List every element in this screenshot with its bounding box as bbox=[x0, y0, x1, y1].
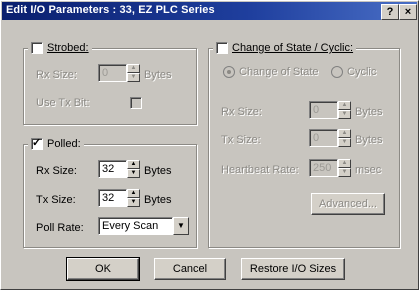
spin-down-icon[interactable]: ▼ bbox=[338, 110, 351, 119]
cos-tx-size-label: Tx Size: bbox=[221, 134, 261, 146]
heartbeat-rate-spinner[interactable]: 250 ▲ ▼ bbox=[309, 159, 351, 177]
polled-rx-size-value[interactable]: 32 bbox=[98, 160, 127, 178]
spin-down-icon[interactable]: ▼ bbox=[127, 169, 140, 178]
heartbeat-rate-value[interactable]: 250 bbox=[309, 159, 338, 177]
close-button[interactable]: × bbox=[399, 4, 417, 20]
strobed-checkbox[interactable] bbox=[31, 42, 43, 54]
strobed-rx-size-spinner[interactable]: 0 ▲ ▼ bbox=[98, 64, 140, 82]
edit-io-parameters-dialog: Edit I/O Parameters : 33, EZ PLC Series … bbox=[0, 0, 419, 290]
poll-rate-label: Poll Rate: bbox=[36, 222, 84, 234]
polled-tx-size-spinner[interactable]: 32 ▲ ▼ bbox=[98, 189, 140, 207]
title-bar[interactable]: Edit I/O Parameters : 33, EZ PLC Series … bbox=[2, 2, 417, 20]
spin-down-icon[interactable]: ▼ bbox=[338, 138, 351, 147]
polled-tx-bytes-label: Bytes bbox=[144, 194, 172, 206]
cos-tx-size-spinner[interactable]: 0 ▲ ▼ bbox=[309, 129, 351, 147]
window-title: Edit I/O Parameters : 33, EZ PLC Series bbox=[6, 4, 215, 16]
cos-tx-size-value[interactable]: 0 bbox=[309, 129, 338, 147]
strobed-rx-size-label: Rx Size: bbox=[36, 69, 77, 81]
strobed-legend: Strobed: bbox=[28, 41, 92, 55]
ok-button[interactable]: OK bbox=[66, 257, 140, 281]
strobed-rx-size-value[interactable]: 0 bbox=[98, 64, 127, 82]
strobed-bytes-label: Bytes bbox=[144, 69, 172, 81]
spin-down-icon[interactable]: ▼ bbox=[127, 198, 140, 207]
polled-label: Polled: bbox=[47, 138, 81, 150]
radio-change-of-state[interactable]: Change of State bbox=[223, 66, 319, 78]
strobed-group: Strobed: Rx Size: 0 ▲ ▼ Bytes Use Tx Bit: bbox=[23, 41, 197, 125]
radio-dot-icon bbox=[223, 66, 235, 78]
cos-tx-bytes-label: Bytes bbox=[355, 134, 383, 146]
heartbeat-rate-label: Heartbeat Rate: bbox=[221, 164, 299, 176]
spin-up-icon[interactable]: ▲ bbox=[338, 159, 351, 168]
spin-up-icon[interactable]: ▲ bbox=[338, 101, 351, 110]
spin-up-icon[interactable]: ▲ bbox=[338, 129, 351, 138]
spin-up-icon[interactable]: ▲ bbox=[127, 189, 140, 198]
spin-down-icon[interactable]: ▼ bbox=[338, 168, 351, 177]
cos-cyclic-label: Change of State / Cyclic: bbox=[232, 42, 354, 54]
polled-rx-size-spinner[interactable]: 32 ▲ ▼ bbox=[98, 160, 140, 178]
help-button[interactable]: ? bbox=[381, 4, 399, 20]
radio-change-of-state-label: Change of State bbox=[239, 66, 319, 78]
cos-rx-bytes-label: Bytes bbox=[355, 106, 383, 118]
restore-io-sizes-button[interactable]: Restore I/O Sizes bbox=[241, 258, 345, 280]
polled-legend: Polled: bbox=[28, 136, 84, 151]
polled-rx-bytes-label: Bytes bbox=[144, 165, 172, 177]
spin-up-icon[interactable]: ▲ bbox=[127, 64, 140, 73]
polled-rx-size-label: Rx Size: bbox=[36, 165, 77, 177]
radio-dot-icon bbox=[331, 66, 343, 78]
strobed-label: Strobed: bbox=[47, 42, 89, 54]
cos-rx-size-label: Rx Size: bbox=[221, 106, 262, 118]
cos-rx-size-spinner[interactable]: 0 ▲ ▼ bbox=[309, 101, 351, 119]
cos-cyclic-group: Change of State / Cyclic: Change of Stat… bbox=[208, 41, 400, 248]
cos-rx-size-value[interactable]: 0 bbox=[309, 101, 338, 119]
chevron-down-icon[interactable]: ▼ bbox=[173, 217, 189, 235]
spin-down-icon[interactable]: ▼ bbox=[127, 73, 140, 82]
cancel-button[interactable]: Cancel bbox=[154, 258, 226, 280]
poll-rate-value[interactable]: Every Scan bbox=[98, 217, 173, 235]
advanced-button[interactable]: Advanced... bbox=[311, 193, 385, 215]
polled-tx-size-label: Tx Size: bbox=[36, 194, 76, 206]
polled-group: Polled: Rx Size: 32 ▲▼ Bytes Tx Size: 32… bbox=[23, 136, 197, 248]
poll-rate-select[interactable]: Every Scan ▼ bbox=[98, 217, 189, 235]
radio-cyclic[interactable]: Cyclic bbox=[331, 66, 376, 78]
polled-tx-size-value[interactable]: 32 bbox=[98, 189, 127, 207]
spin-up-icon[interactable]: ▲ bbox=[127, 160, 140, 169]
msec-label: msec bbox=[355, 164, 382, 176]
use-tx-bit-checkbox[interactable] bbox=[130, 97, 142, 109]
cos-cyclic-checkbox[interactable] bbox=[216, 42, 228, 54]
radio-cyclic-label: Cyclic bbox=[347, 66, 377, 78]
cos-legend: Change of State / Cyclic: bbox=[213, 41, 357, 55]
polled-checkbox[interactable] bbox=[31, 136, 43, 150]
use-tx-bit-label: Use Tx Bit: bbox=[36, 97, 90, 109]
